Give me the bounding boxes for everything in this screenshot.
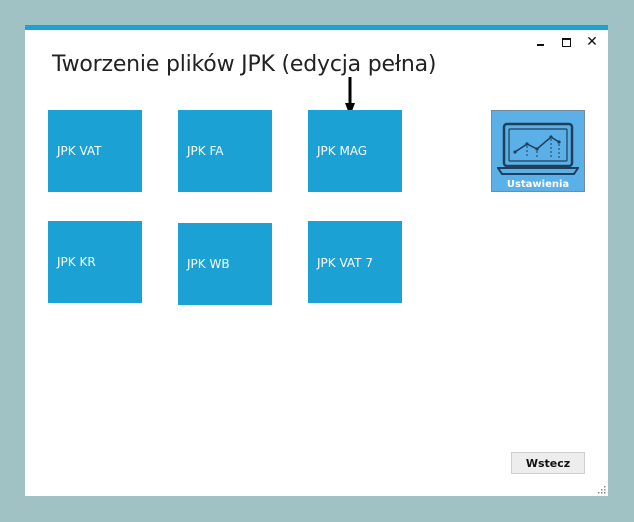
page-title: Tworzenie plików JPK (edycja pełna) bbox=[52, 52, 437, 77]
tile-label: JPK MAG bbox=[317, 144, 368, 158]
main-window: ✕ Tworzenie plików JPK (edycja pełna) JP… bbox=[25, 25, 608, 496]
tile-label: JPK KR bbox=[57, 255, 96, 269]
tile-label: JPK WB bbox=[187, 257, 230, 271]
close-button[interactable]: ✕ bbox=[586, 35, 598, 49]
settings-label: Ustawienia bbox=[506, 179, 570, 190]
tile-jpk-fa[interactable]: JPK FA bbox=[178, 110, 272, 192]
tile-jpk-wb[interactable]: JPK WB bbox=[178, 223, 272, 305]
back-button[interactable]: Wstecz bbox=[511, 452, 585, 474]
laptop-chart-icon bbox=[497, 122, 579, 175]
tile-label: JPK FA bbox=[187, 144, 224, 158]
tile-label: JPK VAT 7 bbox=[317, 256, 373, 270]
maximize-icon bbox=[561, 37, 571, 47]
tile-jpk-vat[interactable]: JPK VAT bbox=[48, 110, 142, 192]
tile-jpk-vat-7[interactable]: JPK VAT 7 bbox=[308, 221, 402, 303]
minimize-icon bbox=[536, 44, 544, 46]
settings-button[interactable]: Ustawienia bbox=[491, 110, 585, 192]
tile-jpk-mag[interactable]: JPK MAG bbox=[308, 110, 402, 192]
resize-grip-icon[interactable] bbox=[596, 484, 606, 494]
minimize-button[interactable] bbox=[534, 35, 546, 49]
tile-jpk-kr[interactable]: JPK KR bbox=[48, 221, 142, 303]
tile-label: JPK VAT bbox=[57, 144, 102, 158]
window-controls: ✕ bbox=[534, 35, 598, 49]
maximize-button[interactable] bbox=[560, 35, 572, 49]
